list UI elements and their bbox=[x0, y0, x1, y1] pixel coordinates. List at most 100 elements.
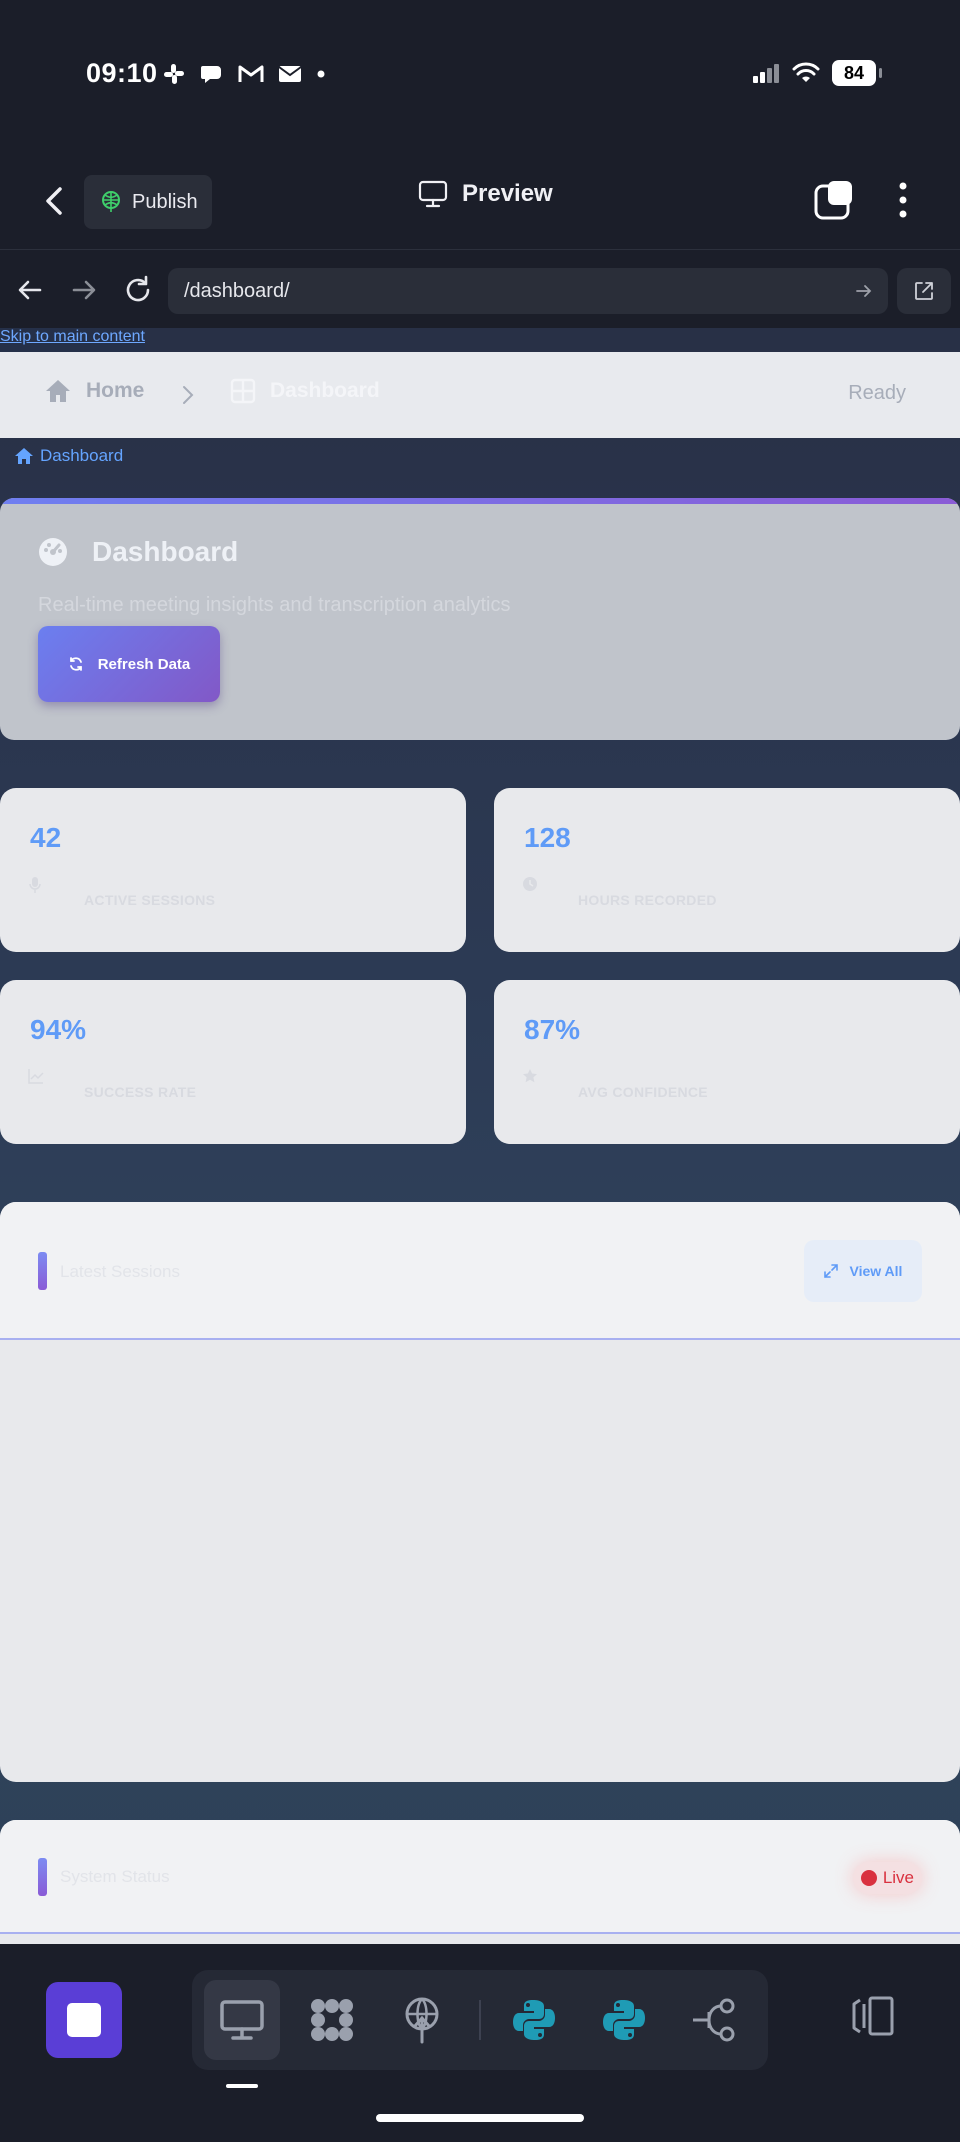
star-icon bbox=[522, 1068, 538, 1084]
stat-value: 128 bbox=[524, 822, 571, 853]
top-navigation: Home Dashboard Ready bbox=[0, 352, 960, 438]
preview-title: Preview bbox=[418, 180, 553, 208]
system-status-panel: System Status Live bbox=[0, 1820, 960, 1944]
bottom-toolbar bbox=[0, 1944, 960, 2142]
branch-icon bbox=[691, 1998, 737, 2042]
slack-icon bbox=[162, 62, 186, 86]
browser-back-icon[interactable] bbox=[14, 274, 46, 306]
stat-card-avg-confidence: 87% AVG CONFIDENCE bbox=[494, 980, 960, 1144]
nav-dashboard-link[interactable]: Dashboard bbox=[230, 378, 380, 404]
home-icon bbox=[14, 447, 34, 465]
recent-sessions-panel: Latest Sessions View All bbox=[0, 1202, 960, 1782]
live-label: Live bbox=[882, 1868, 914, 1887]
python-tool-button-1[interactable] bbox=[496, 1980, 572, 2060]
status-time: 09:10 bbox=[86, 58, 158, 88]
panel-accent-bar bbox=[38, 1252, 47, 1290]
battery-icon: 84 bbox=[832, 60, 882, 86]
chevron-right-icon bbox=[180, 384, 196, 406]
globe-upload-icon bbox=[402, 1996, 442, 2044]
breadcrumb[interactable]: Dashboard bbox=[14, 446, 123, 466]
python-tool-button-2[interactable] bbox=[586, 1980, 662, 2060]
back-button[interactable] bbox=[38, 183, 72, 219]
breadcrumb-label: Dashboard bbox=[40, 446, 124, 465]
microphone-icon bbox=[28, 876, 42, 894]
browser-forward-icon[interactable] bbox=[68, 274, 100, 306]
desktop-tool-button[interactable] bbox=[204, 1980, 280, 2060]
hero-subtitle: Real-time meeting insights and transcrip… bbox=[38, 594, 511, 616]
stat-label: ACTIVE SESSIONS bbox=[84, 892, 216, 908]
nav-home-label: Home bbox=[86, 379, 145, 402]
live-badge: Live bbox=[852, 1862, 922, 1894]
stat-card-success-rate: 94% SUCCESS RATE bbox=[0, 980, 466, 1144]
python-icon bbox=[602, 1998, 646, 2042]
gauge-icon bbox=[38, 537, 68, 567]
system-icons: 84 bbox=[752, 60, 882, 86]
grid-icon bbox=[230, 378, 256, 404]
view-all-button[interactable]: View All bbox=[804, 1240, 922, 1302]
view-all-label: View All bbox=[849, 1263, 903, 1279]
panel-title: Latest Sessions bbox=[60, 1262, 181, 1281]
chart-line-icon bbox=[28, 1068, 44, 1084]
more-menu-button[interactable] bbox=[888, 180, 918, 220]
url-bar: /dashboard/ bbox=[0, 250, 960, 328]
web-content: Skip to main content Home Dashboard Read… bbox=[0, 328, 960, 1944]
stat-value: 42 bbox=[30, 822, 62, 853]
monitor-icon bbox=[220, 2000, 264, 2040]
stat-card-hours-recorded: 128 HOURS RECORDED bbox=[494, 788, 960, 952]
publish-button[interactable]: Publish bbox=[84, 175, 212, 229]
workspace-tool-button[interactable] bbox=[294, 1980, 370, 2060]
stat-value: 87% bbox=[524, 1014, 581, 1045]
stat-label: HOURS RECORDED bbox=[578, 892, 717, 908]
stat-card-active-sessions: 42 ACTIVE SESSIONS bbox=[0, 788, 466, 952]
dot-icon bbox=[316, 69, 326, 79]
expand-icon bbox=[823, 1264, 838, 1278]
live-dot-icon bbox=[860, 1870, 877, 1886]
publish-icon bbox=[100, 190, 122, 214]
python-icon bbox=[512, 1998, 556, 2042]
clock-icon bbox=[522, 876, 538, 892]
stop-icon bbox=[67, 2003, 101, 2037]
url-text: /dashboard/ bbox=[184, 280, 290, 302]
reload-icon[interactable] bbox=[122, 274, 154, 306]
url-input[interactable]: /dashboard/ bbox=[168, 268, 888, 314]
monitor-icon bbox=[418, 180, 448, 208]
nav-home-link[interactable]: Home bbox=[44, 378, 144, 404]
dashboard-hero: Dashboard Real-time meeting insights and… bbox=[0, 498, 960, 740]
refresh-data-button[interactable]: Refresh Data bbox=[38, 626, 220, 702]
home-indicator bbox=[376, 2114, 584, 2122]
notification-icons bbox=[162, 62, 326, 86]
panel-header: System Status Live bbox=[0, 1820, 960, 1934]
refresh-icon bbox=[68, 656, 84, 672]
status-text: Ready bbox=[848, 382, 906, 404]
chat-bubble-icon bbox=[200, 63, 224, 85]
active-tool-indicator bbox=[226, 2084, 258, 2088]
skip-link[interactable]: Skip to main content bbox=[0, 328, 145, 352]
toolbar-divider bbox=[479, 2000, 481, 2040]
tool-group bbox=[192, 1970, 768, 2070]
panel-title: System Status bbox=[60, 1867, 170, 1886]
git-tool-button[interactable] bbox=[676, 1980, 752, 2060]
deploy-tool-button[interactable] bbox=[384, 1980, 460, 2060]
publish-label: Publish bbox=[132, 190, 198, 213]
stat-label: AVG CONFIDENCE bbox=[578, 1084, 708, 1100]
stat-value: 94% bbox=[30, 1014, 87, 1045]
open-external-button[interactable] bbox=[897, 268, 951, 314]
nav-dashboard-label: Dashboard bbox=[270, 379, 380, 402]
home-icon bbox=[44, 378, 72, 404]
status-bar: 09:10 84 bbox=[0, 0, 960, 150]
wifi-icon bbox=[792, 62, 820, 84]
signal-icon bbox=[752, 62, 780, 84]
mail-icon bbox=[278, 65, 302, 83]
stop-button[interactable] bbox=[46, 1982, 122, 2058]
panel-toggle-button[interactable] bbox=[850, 1996, 896, 2036]
stat-label: SUCCESS RATE bbox=[84, 1084, 197, 1100]
gmail-icon bbox=[238, 64, 264, 84]
tabs-button[interactable] bbox=[814, 180, 854, 220]
panel-accent-bar bbox=[38, 1858, 47, 1896]
cluster-icon bbox=[308, 1996, 356, 2044]
app-header: Publish Preview bbox=[0, 150, 960, 250]
hero-title-text: Dashboard bbox=[92, 536, 239, 567]
panel-header: Latest Sessions View All bbox=[0, 1202, 960, 1340]
go-arrow-icon[interactable] bbox=[854, 281, 874, 301]
preview-label: Preview bbox=[462, 180, 553, 207]
